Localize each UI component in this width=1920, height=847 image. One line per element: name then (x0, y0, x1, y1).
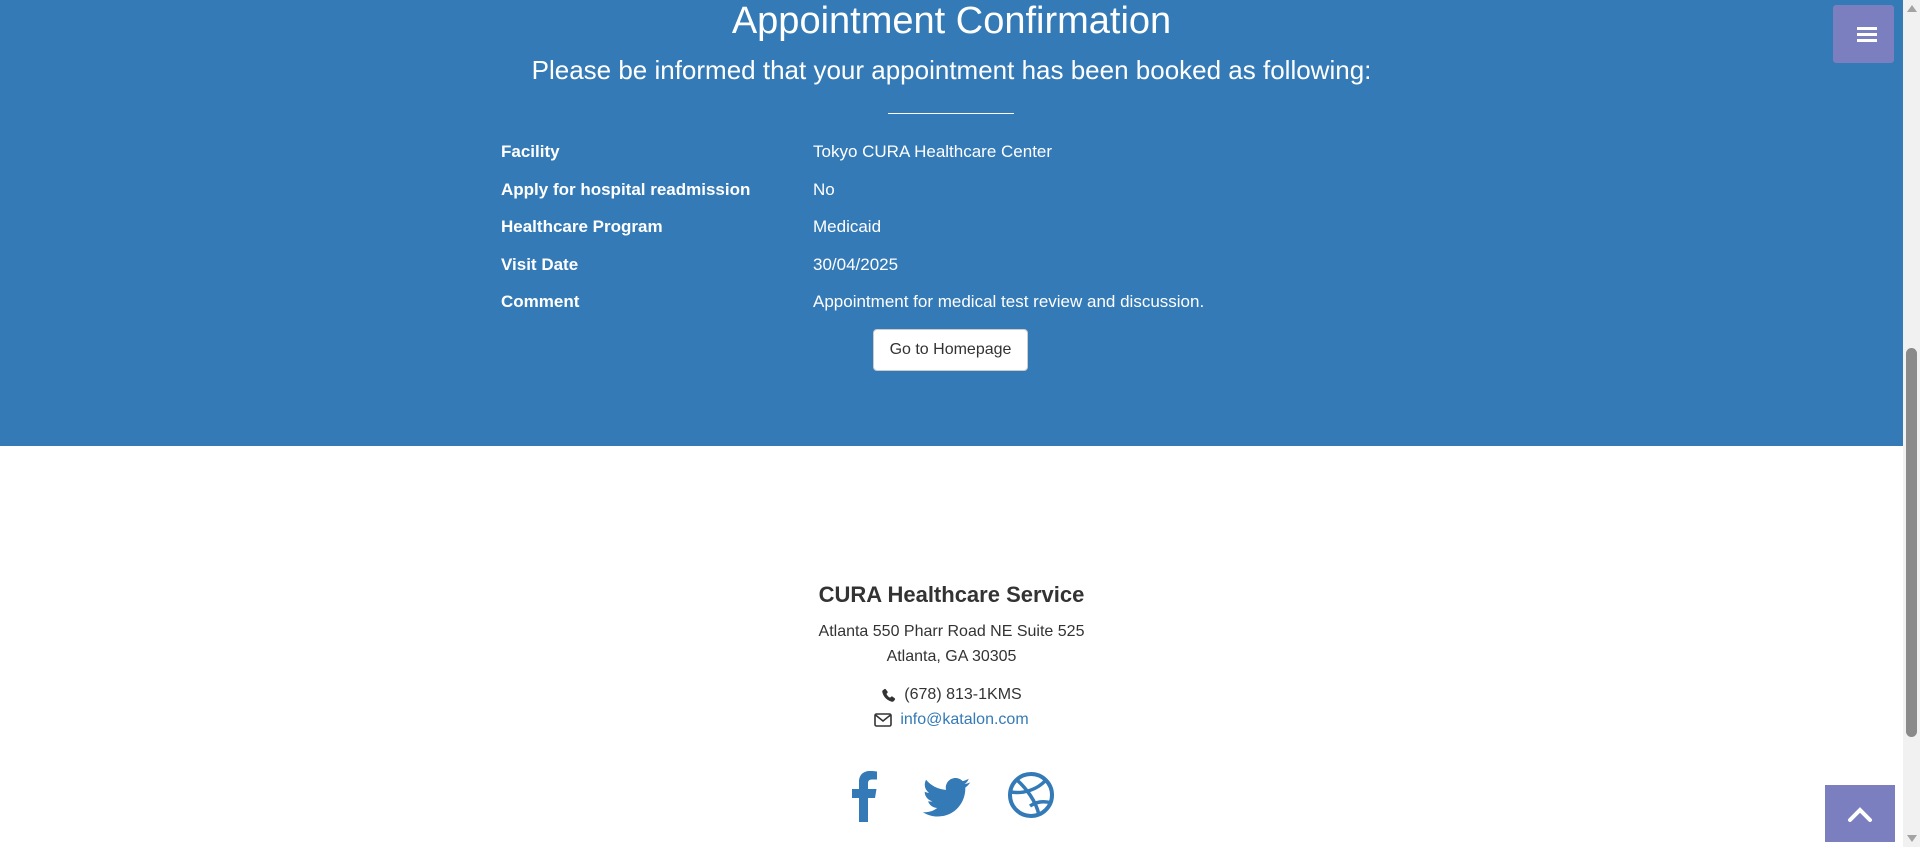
comment-value: Appointment for medical test review and … (813, 292, 1205, 311)
menu-toggle-button[interactable] (1833, 5, 1894, 63)
readmission-value: No (813, 180, 835, 199)
scroll-to-top-button[interactable] (1825, 785, 1895, 842)
footer-phone: (678) 813-1KMS (0, 683, 1903, 707)
title-divider (888, 113, 1014, 114)
dribbble-icon[interactable] (1006, 768, 1056, 822)
appointment-confirmation-section: Appointment Confirmation Please be infor… (0, 0, 1903, 446)
confirmation-subtitle: Please be informed that your appointment… (531, 55, 1372, 85)
footer-address-line1: Atlanta 550 Pharr Road NE Suite 525 (818, 623, 1085, 640)
visit-date-value: 30/04/2025 (813, 255, 899, 274)
detail-row-comment: Comment Appointment for medical test rev… (0, 290, 1903, 314)
detail-row-program: Healthcare Program Medicaid (0, 215, 1903, 239)
page-viewport: Appointment Confirmation Please be infor… (0, 0, 1903, 847)
detail-row-readmission: Apply for hospital readmission No (0, 178, 1903, 202)
twitter-icon[interactable] (922, 768, 972, 822)
program-label: Healthcare Program (501, 217, 663, 236)
scrollbar-thumb[interactable] (1906, 348, 1917, 737)
page-title: Appointment Confirmation (731, 0, 1172, 42)
visit-date-label: Visit Date (501, 255, 579, 274)
vertical-scrollbar[interactable] (1903, 0, 1920, 847)
program-value: Medicaid (813, 217, 882, 236)
detail-row-facility: Facility Tokyo CURA Healthcare Center (0, 140, 1903, 164)
facility-label: Facility (501, 142, 560, 161)
footer-company-name: CURA Healthcare Service (818, 582, 1085, 607)
footer-email: info@katalon.com (0, 708, 1903, 732)
facility-value: Tokyo CURA Healthcare Center (813, 142, 1053, 161)
scroll-up-arrow[interactable] (1907, 5, 1917, 12)
comment-label: Comment (501, 292, 580, 311)
go-to-homepage-button[interactable]: Go to Homepage (873, 329, 1028, 371)
phone-icon (882, 688, 896, 702)
email-link[interactable]: info@katalon.com (900, 708, 1028, 732)
envelope-icon (874, 713, 893, 727)
scroll-down-arrow[interactable] (1907, 835, 1917, 842)
chevron-up-icon (1848, 807, 1872, 822)
detail-row-visit-date: Visit Date 30/04/2025 (0, 253, 1903, 277)
footer-address-line2: Atlanta, GA 30305 (886, 648, 1017, 665)
phone-number: (678) 813-1KMS (904, 686, 1022, 703)
facebook-icon[interactable] (840, 768, 890, 822)
readmission-label: Apply for hospital readmission (501, 180, 751, 199)
